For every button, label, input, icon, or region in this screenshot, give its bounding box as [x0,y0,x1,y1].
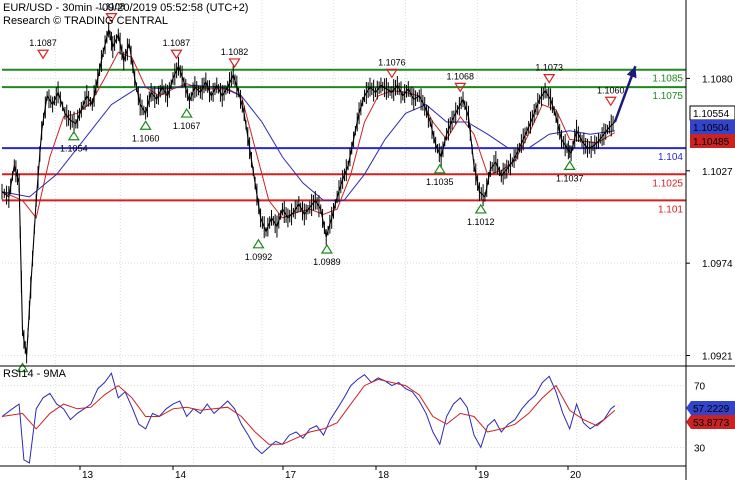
badge-value: 53.8773 [693,418,730,429]
y-tick-label: 1.1027 [702,167,733,178]
x-tick-label: 18 [378,470,390,480]
chart-root: 1.1085 1.1075 1.104 1.1025 1.101 1.1087 1.110… [0,0,735,480]
high-price-label: 1.1068 [447,71,475,81]
low-price-label: 1.0992 [245,252,273,262]
price-badge-last_price: 1.10554 [689,105,735,121]
y-tick-label: 1.1080 [702,74,733,85]
low-price-label: 1.1037 [556,173,584,183]
chart-header-source: Research © TRADING CENTRAL [3,15,168,27]
high-price-label: 1.1060 [597,85,625,95]
x-tick-label: 17 [285,470,297,480]
chart-header-title: EUR/USD - 30min - 09/20/2019 05:52:58 (U… [3,2,248,14]
level-label: 1.1075 [652,91,683,102]
level-label: 1.1025 [652,178,683,189]
y-tick-label: 1.0974 [702,259,733,270]
badge-value: 57.2229 [693,404,730,415]
rsi-badge-rsi_ma: 53.8773 [686,415,735,429]
y-tick-label: 1.0921 [702,352,733,363]
low-price-label: 1.1054 [60,144,88,154]
badge-value: 1.10554 [693,109,730,120]
high-price-label: 1.1076 [378,57,406,67]
price-badge-fast: 1.10485 [690,134,735,148]
x-tick-label: 20 [570,470,582,480]
low-price-label: 1.1067 [173,121,201,131]
x-tick-label: 19 [478,470,490,480]
badge-value: 1.10485 [693,137,730,148]
x-tick-label: 13 [82,470,94,480]
badge-value: 1.10504 [693,123,730,134]
high-price-label: 1.1073 [535,63,563,73]
high-price-label: 1.1082 [221,47,249,57]
x-tick-label: 14 [175,470,187,480]
trading-chart: 1.10851.10751.1041.10251.101 1.10871.110… [0,0,735,480]
low-price-label: 1.1035 [426,177,454,187]
level-label: 1.101 [658,204,683,215]
low-price-label: 1.1060 [132,133,160,143]
rsi-tick-label: 70 [694,382,706,393]
level-label: 1.1085 [652,74,683,85]
rsi-tick-label: 30 [694,443,706,454]
high-price-label: 1.1087 [163,38,191,48]
level-label: 1.104 [658,152,683,163]
low-price-label: 1.1012 [467,217,495,227]
rsi-badge-rsi: 57.2229 [686,401,735,415]
high-price-label: 1.1087 [29,38,57,48]
low-price-label: 1.0989 [313,257,341,267]
rsi-panel-title: RSI14 - 9MA [3,368,67,380]
price-badge-slow: 1.10504 [690,120,735,134]
